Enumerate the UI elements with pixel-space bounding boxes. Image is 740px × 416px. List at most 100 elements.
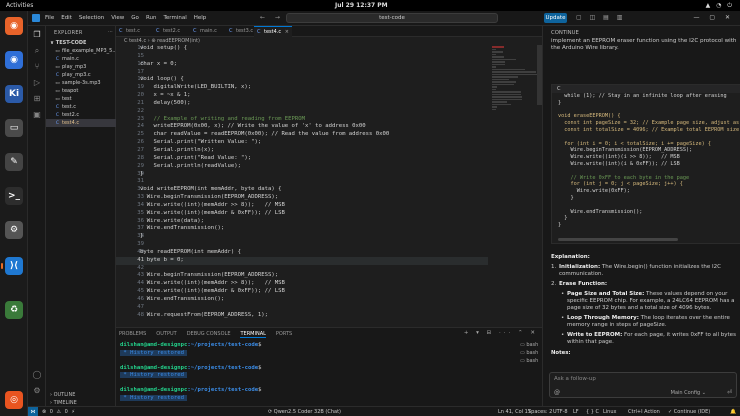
panel-tab-problems[interactable]: PROBLEMS	[119, 331, 146, 338]
c-file-icon: C	[55, 113, 60, 118]
menu-run[interactable]: Run	[146, 15, 157, 21]
remote-indicator-icon[interactable]: ⋈	[28, 407, 38, 416]
text-editor-icon[interactable]: ✎	[5, 153, 23, 171]
file-item[interactable]: Ctest2.c	[46, 111, 116, 119]
workspace-folder[interactable]: ∨ TEST-CODE	[50, 40, 86, 46]
menu-terminal[interactable]: Terminal	[163, 15, 186, 21]
status-item[interactable]: Ctrl+I Action	[628, 409, 660, 415]
minimap-line	[492, 66, 496, 68]
breadcrumb[interactable]: C test4.c › ⊕ readEEPROM(int)	[116, 38, 542, 45]
clock[interactable]: Jul 29 12:37 PM	[335, 2, 388, 9]
status-item[interactable]: 🔔	[730, 409, 736, 415]
file-icon: ▭	[55, 65, 60, 70]
code-block-scrollbar[interactable]	[558, 238, 678, 241]
update-button[interactable]: Update	[544, 13, 567, 23]
chat-input[interactable]: Ask a follow-up @ Main Config ⌄ ⏎	[549, 372, 737, 398]
line-text: void setup() {	[140, 45, 188, 51]
code-line: 17	[116, 69, 488, 77]
tab-test3-c[interactable]: Ctest3.c	[226, 26, 253, 37]
menu-edit[interactable]: Edit	[61, 15, 72, 21]
file-item[interactable]: ▭ sample-3s.mp3	[46, 79, 116, 87]
continue-icon[interactable]: ▣	[32, 110, 42, 120]
continue-chat-panel: CONTINUE implement an EEPROM eraser func…	[542, 26, 740, 406]
file-item[interactable]: Cmain.c	[46, 55, 116, 63]
file-item[interactable]: Ctest4.c	[46, 119, 116, 127]
ubuntu-icon[interactable]: ◎	[5, 391, 23, 409]
tab-main-c[interactable]: Cmain.c	[190, 26, 225, 37]
minimap[interactable]	[492, 45, 542, 110]
nav-arrows-icon[interactable]: ← →	[260, 14, 284, 21]
c-file-icon: C	[119, 28, 123, 34]
kicad-icon[interactable]: Ki	[5, 85, 23, 103]
system-indicators[interactable]: ▲ ◔ ⏻	[706, 2, 734, 10]
tab-test4-c[interactable]: Ctest4.c ×	[254, 26, 292, 37]
close-icon[interactable]: ×	[285, 27, 289, 38]
code-line: 28 Serial.print("Read Value: ");	[116, 155, 488, 163]
status-item[interactable]: Spaces: 2	[528, 409, 552, 415]
panel-tab-output[interactable]: OUTPUT	[156, 331, 176, 338]
activities-button[interactable]: Activities	[6, 2, 33, 9]
file-item[interactable]: ▭ test	[46, 95, 116, 103]
window-controls[interactable]: — ▢ ✕	[693, 14, 734, 21]
search-icon[interactable]: ⌕	[32, 46, 42, 56]
terminal-output[interactable]: dilshan@amd-designpc:~/projects/test-cod…	[120, 342, 520, 416]
files-icon[interactable]: ▭	[5, 119, 23, 137]
vscode-icon[interactable]: ⟩⟨	[1, 257, 23, 275]
problems-status[interactable]: ⊗ 0 ⚠ 0 ⚡	[42, 409, 76, 415]
explorer-more-icon[interactable]: ···	[108, 29, 113, 35]
model-select[interactable]: Main Config ⌄	[671, 390, 706, 396]
terminal-instance[interactable]: ▭ bash	[520, 350, 540, 358]
explorer-sidebar: EXPLORER ··· ∨ TEST-CODE ▭ file_example_M…	[46, 26, 116, 406]
panel-tab-ports[interactable]: PORTS	[276, 331, 292, 338]
settings-icon[interactable]: ⚙	[5, 221, 23, 239]
menu-go[interactable]: Go	[131, 15, 139, 21]
outline-section[interactable]: › OUTLINE	[50, 392, 75, 398]
terminal-instance[interactable]: ▭ bash	[520, 342, 540, 350]
code-line: 43 Wire.beginTransmission(EEPROM_ADDRESS…	[116, 272, 488, 280]
code-line: 26 Serial.print("Written Value: ");	[116, 139, 488, 147]
command-center-search[interactable]: test-code	[286, 13, 498, 23]
status-item[interactable]: ⟳ Qwen2.5 Coder 32B (Chat)	[268, 409, 341, 415]
panel-tab-terminal[interactable]: TERMINAL	[240, 331, 266, 338]
menu-selection[interactable]: Selection	[79, 15, 104, 21]
menu-view[interactable]: View	[111, 15, 124, 21]
status-item[interactable]: { } C	[586, 409, 599, 415]
panel-tab-debug-console[interactable]: DEBUG CONSOLE	[187, 331, 231, 338]
panel-actions[interactable]: + ▾ ⊟ ··· ⌃ ✕	[464, 330, 538, 336]
code-editor[interactable]: 14 void setup() {15 16 char x = 0; 17 18 void …	[116, 45, 488, 320]
status-item[interactable]: UTF-8	[553, 409, 568, 415]
file-item[interactable]: Cplay_mp3.c	[46, 71, 116, 79]
firefox-icon[interactable]: ◉	[5, 17, 23, 35]
code-line: 24 writeEEPROM(0x00, x); // Write the va…	[116, 123, 488, 131]
dock: ◉ ◉ Ki ▭ ✎ >_ ⚙ ⟩⟨ ♻ ◎	[0, 11, 28, 416]
file-item[interactable]: Ctest.c	[46, 103, 116, 111]
tab-test-c[interactable]: Ctest.c	[116, 26, 152, 37]
status-item[interactable]: Linux	[603, 409, 616, 415]
send-icon[interactable]: ⏎	[727, 389, 732, 396]
source-control-icon[interactable]: ⑂	[32, 62, 42, 72]
minimap-line	[492, 83, 514, 85]
status-item[interactable]: ✓ Continue (IDE)	[668, 409, 710, 415]
status-item[interactable]: Ln 41, Col 17	[498, 409, 531, 415]
file-item[interactable]: ▭ file_example_MP3_5...	[46, 47, 116, 55]
terminal-icon[interactable]: >_	[5, 187, 23, 205]
status-item[interactable]: LF	[573, 409, 579, 415]
mention-icon[interactable]: @	[554, 389, 560, 396]
file-item[interactable]: ▭ teapot	[46, 87, 116, 95]
minimap-line	[492, 106, 497, 108]
account-icon[interactable]: ◯	[32, 370, 42, 380]
chat-input-placeholder[interactable]: Ask a follow-up	[554, 376, 596, 382]
trash-icon[interactable]: ♻	[5, 301, 23, 319]
file-item[interactable]: ▭ play_mp3	[46, 63, 116, 71]
explorer-files-icon[interactable]: ❐	[32, 30, 42, 40]
terminal-instance[interactable]: ▭ bash	[520, 358, 540, 366]
menu-file[interactable]: File	[45, 15, 54, 21]
run-debug-icon[interactable]: ▷	[32, 78, 42, 88]
extensions-icon[interactable]: ⊞	[32, 94, 42, 104]
manage-gear-icon[interactable]: ⚙	[32, 386, 42, 396]
line-text: x = ~x & 1;	[140, 92, 191, 99]
tab-test2-c[interactable]: Ctest2.c	[153, 26, 189, 37]
firefox-dev-icon[interactable]: ◉	[5, 51, 23, 69]
menu-help[interactable]: Help	[194, 15, 207, 21]
layout-toggle-icons[interactable]: ▢ ◫ ▤ ▥	[576, 14, 625, 21]
